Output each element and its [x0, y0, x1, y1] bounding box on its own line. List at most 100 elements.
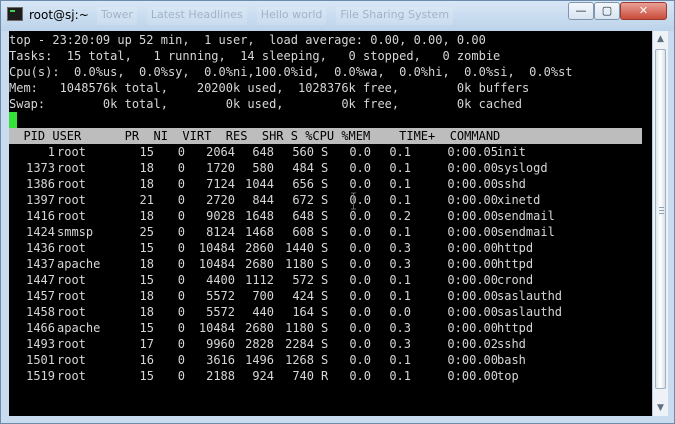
process-virt: 1720 [206, 161, 235, 175]
process-row: 1519 root 15 0 2188 924 740 R 0.0 0.1 0:00.00 top [9, 368, 642, 384]
process-ni: 0 [177, 305, 185, 319]
scroll-thumb[interactable] [655, 49, 666, 389]
process-user: root [57, 161, 86, 175]
process-ni: 0 [177, 241, 185, 255]
process-shr: 740 [292, 369, 314, 383]
process-command: saslauthd [497, 289, 563, 303]
process-cpu: 0.0 [349, 289, 371, 303]
process-res: 1468 [245, 225, 274, 239]
process-pr: 18 [139, 305, 154, 319]
process-time: 0:00.00 [447, 289, 498, 303]
scroll-grip-line [659, 207, 664, 208]
process-s: S [321, 289, 329, 303]
terminal-icon [7, 7, 23, 21]
maximize-icon: ▢ [601, 4, 613, 17]
process-pid: 1386 [26, 177, 55, 191]
process-s: S [321, 241, 329, 255]
ghost-title-3: Hello world [256, 7, 327, 25]
process-res: 700 [252, 289, 274, 303]
process-mem: 0.1 [389, 289, 411, 303]
scroll-up-icon[interactable]: ▲ [653, 31, 668, 47]
scroll-down-icon[interactable]: ▼ [653, 400, 668, 416]
process-s: S [321, 209, 329, 223]
close-button[interactable]: ✕ [620, 2, 667, 20]
process-res: 648 [252, 145, 274, 159]
process-virt: 2720 [206, 193, 235, 207]
process-virt: 5572 [206, 289, 235, 303]
process-virt: 9960 [206, 337, 235, 351]
text-cursor-icon [351, 192, 356, 210]
process-virt: 4400 [206, 273, 235, 287]
process-mem: 0.1 [389, 145, 411, 159]
process-mem: 0.1 [389, 369, 411, 383]
process-command: sshd [497, 177, 526, 191]
process-mem: 0.2 [389, 209, 411, 223]
process-res: 1648 [245, 209, 274, 223]
process-virt: 7124 [206, 177, 235, 191]
process-s: R [321, 369, 329, 383]
process-cpu: 0.0 [349, 209, 371, 223]
process-s: S [321, 225, 329, 239]
process-virt: 8124 [206, 225, 235, 239]
process-ni: 0 [177, 353, 185, 367]
terminal-output[interactable]: top - 23:20:09 up 52 min, 1 user, load a… [9, 31, 652, 416]
process-virt: 10484 [198, 321, 235, 335]
process-s: S [321, 273, 329, 287]
process-mem: 0.1 [389, 225, 411, 239]
process-mem: 0.1 [389, 273, 411, 287]
process-user: root [57, 305, 86, 319]
process-user: smmsp [57, 225, 94, 239]
minimize-button[interactable]: — [568, 2, 594, 20]
process-pid: 1493 [26, 337, 55, 351]
process-command: httpd [497, 257, 534, 271]
process-row: 1447 root 15 0 4400 1112 572 S 0.0 0.1 0:00.00 cron… [9, 272, 642, 288]
process-pid: 1 [47, 145, 55, 159]
ghost-title-2: Latest Headlines [146, 7, 247, 25]
close-icon: ✕ [638, 4, 649, 17]
process-row: 1416 root 18 0 9028 1648 648 S 0.0 0.2 0:00.00 send… [9, 208, 642, 224]
process-s: S [321, 177, 329, 191]
process-pid: 1416 [26, 209, 55, 223]
process-time: 0:00.00 [447, 209, 498, 223]
process-user: root [57, 353, 86, 367]
process-mem: 0.3 [389, 241, 411, 255]
process-shr: 608 [292, 225, 314, 239]
minimize-icon: — [575, 4, 587, 17]
process-shr: 1180 [285, 321, 314, 335]
process-shr: 484 [292, 161, 314, 175]
process-shr: 656 [292, 177, 314, 191]
maximize-button[interactable]: ▢ [594, 2, 620, 20]
process-pr: 16 [139, 353, 154, 367]
process-command: sendmail [497, 209, 555, 223]
process-time: 0:00.00 [447, 241, 498, 255]
process-pr: 15 [139, 273, 154, 287]
process-row: 1386 root 18 0 7124 1044 656 S 0.0 0.1 0:00.00 sshd [9, 176, 642, 192]
process-mem: 0.0 [389, 305, 411, 319]
process-row: 1397 root 21 0 2720 844 672 S 0.0 0.1 0:00.00 xinet… [9, 192, 642, 208]
process-res: 580 [252, 161, 274, 175]
process-mem: 0.3 [389, 257, 411, 271]
title-bar[interactable]: root@sj:~ Tower Latest Headlines Hello w… [1, 1, 674, 31]
swap-line: Swap: 0k total, 0k used, 0k free, 0k cac… [9, 97, 522, 111]
ghost-title-1: Tower [97, 7, 137, 25]
process-user: root [57, 145, 86, 159]
process-pr: 25 [139, 225, 154, 239]
process-virt: 10484 [198, 257, 235, 271]
process-pid: 1466 [26, 321, 55, 335]
process-cpu: 0.0 [349, 177, 371, 191]
process-pid: 1424 [26, 225, 55, 239]
process-pid: 1519 [26, 369, 55, 383]
process-time: 0:00.00 [447, 353, 498, 367]
process-virt: 10484 [198, 241, 235, 255]
process-mem: 0.3 [389, 337, 411, 351]
process-command: httpd [497, 321, 534, 335]
process-command: bash [497, 353, 526, 367]
process-res: 924 [252, 369, 274, 383]
process-row: 1436 root 15 0 10484 2860 1440 S 0.0 0.3 0:00.00 ht… [9, 240, 642, 256]
vertical-scrollbar[interactable]: ▲ ▼ [652, 31, 668, 416]
process-user: root [57, 273, 86, 287]
process-ni: 0 [177, 145, 185, 159]
process-time: 0:00.00 [447, 161, 498, 175]
process-shr: 424 [292, 289, 314, 303]
window-title: root@sj:~ [29, 8, 89, 22]
